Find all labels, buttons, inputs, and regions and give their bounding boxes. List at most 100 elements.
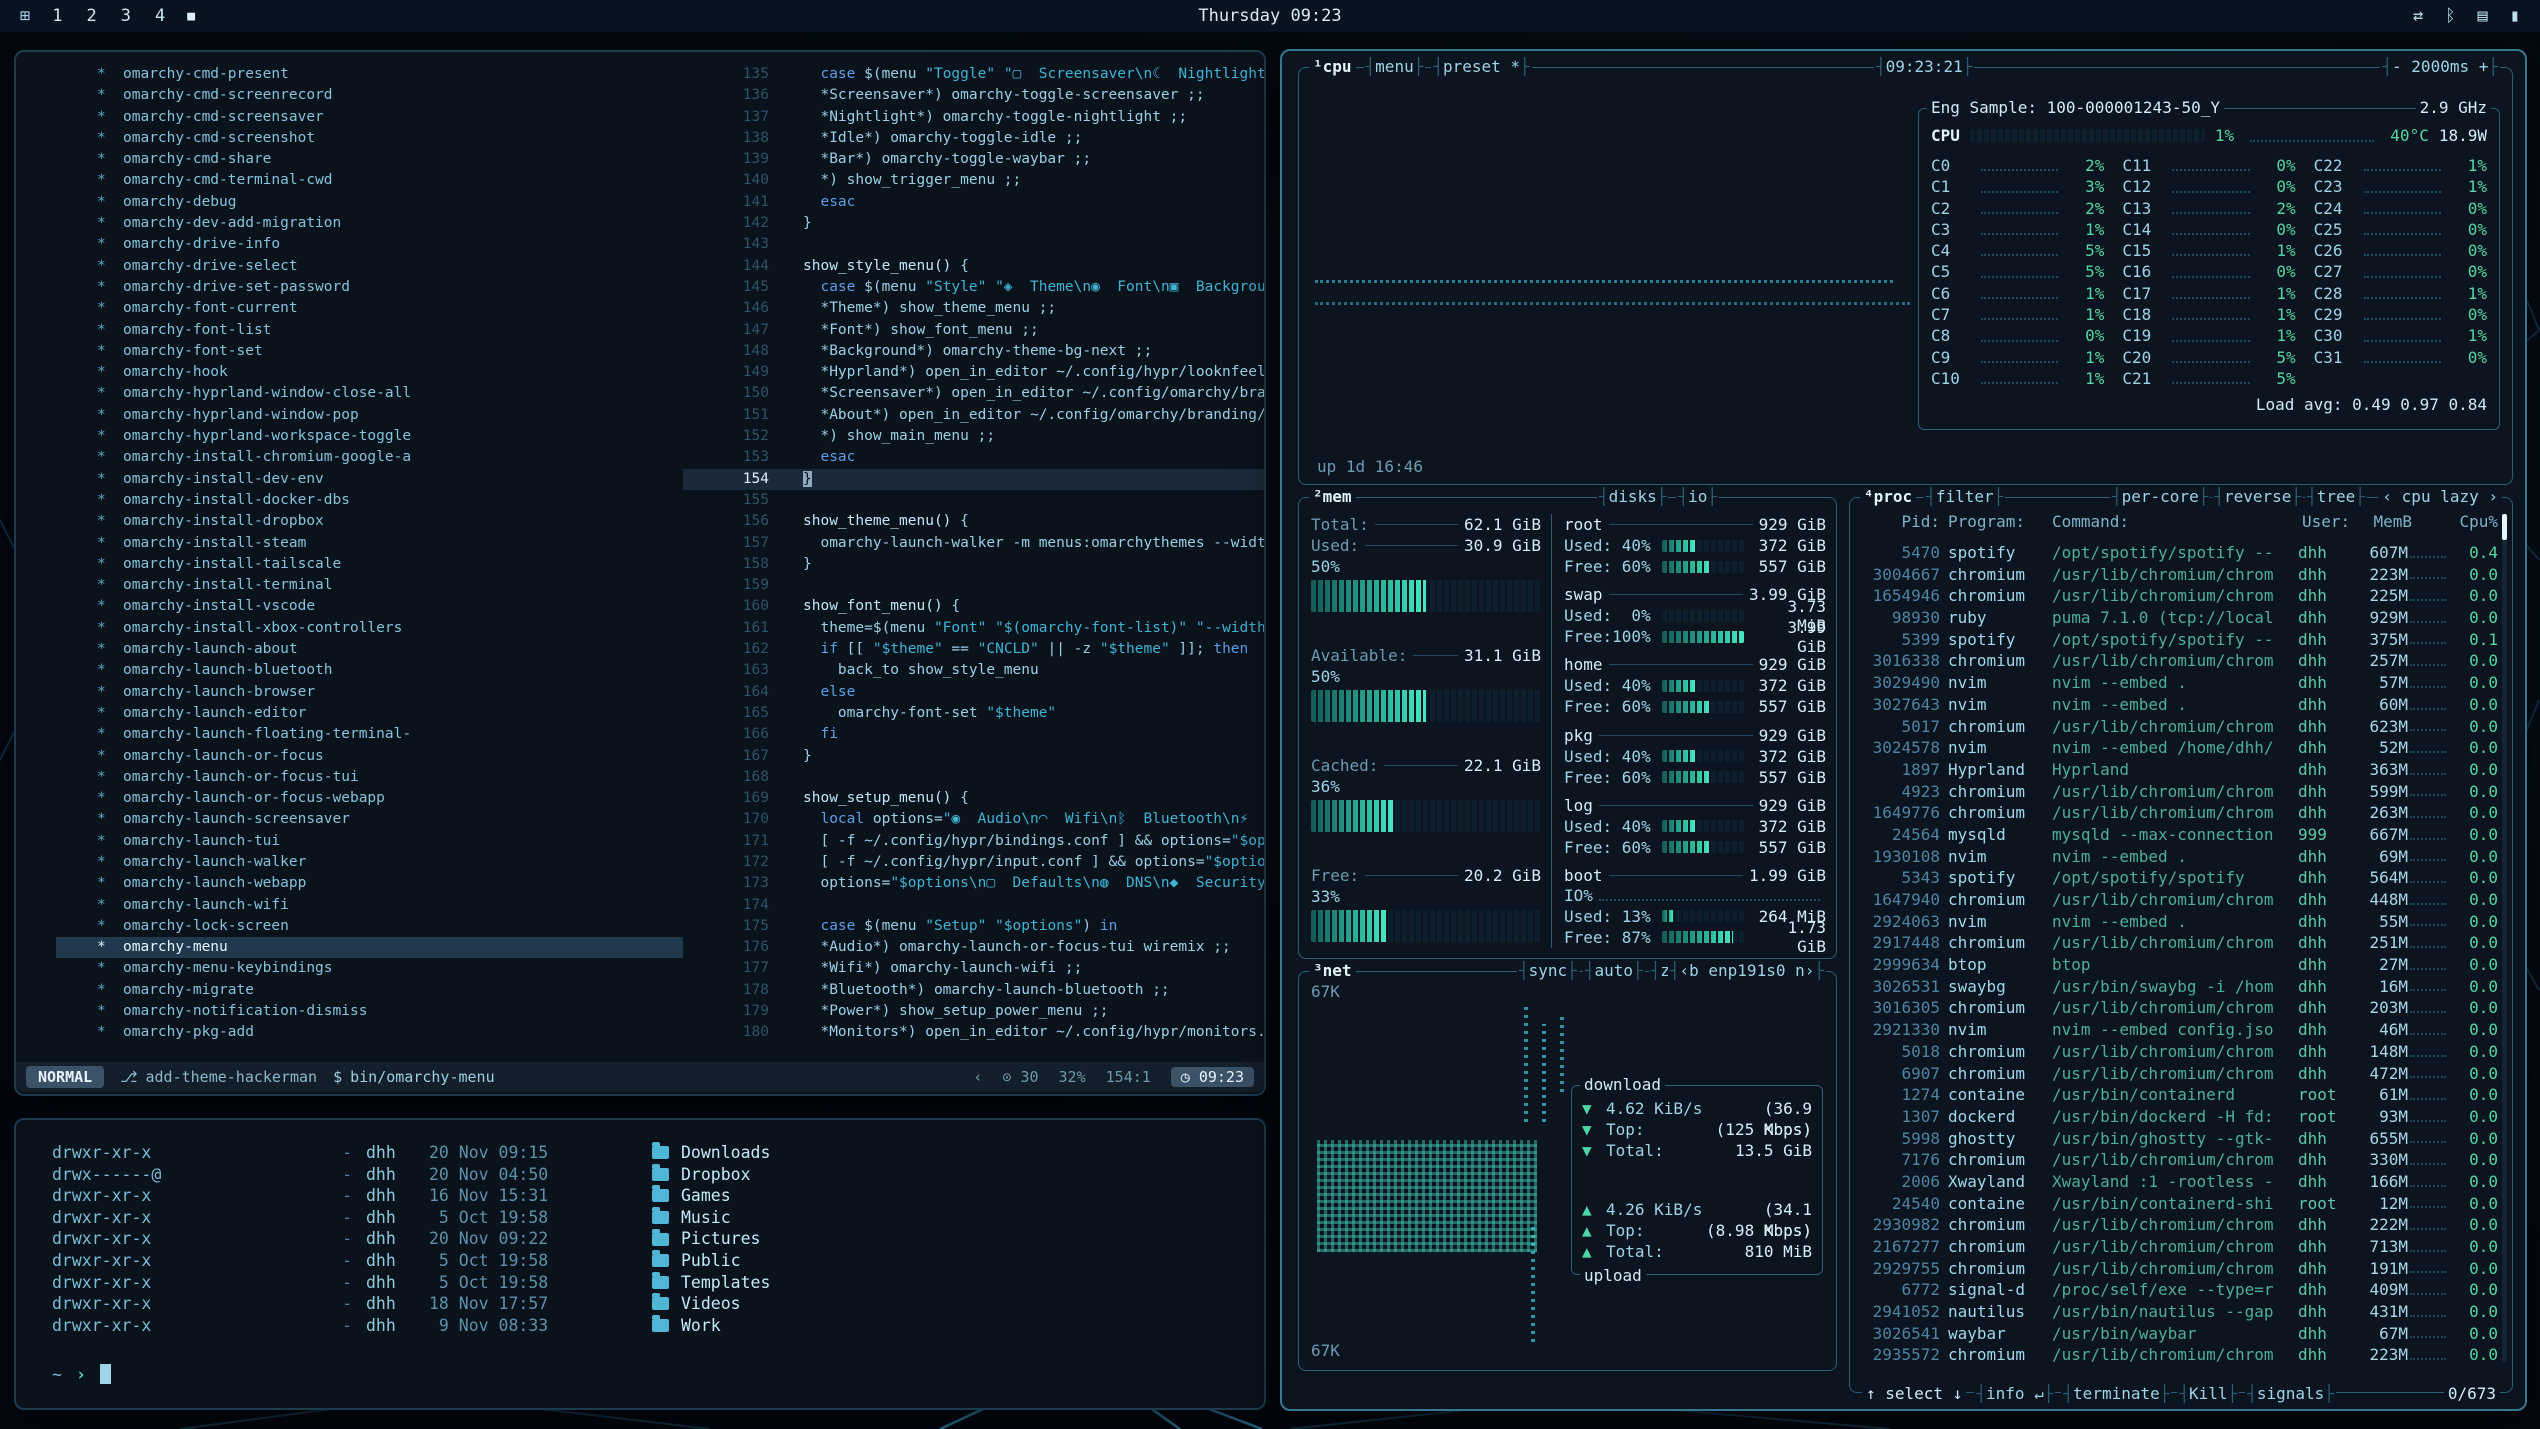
code-line[interactable]: 141 esac	[683, 192, 1264, 213]
code-line[interactable]: 144 show_style_menu() {	[683, 256, 1264, 277]
process-row[interactable]: 6907 chromium /usr/lib/chromium/chrom dh…	[1860, 1063, 2498, 1085]
code-line[interactable]: 156 show_theme_menu() {	[683, 511, 1264, 532]
code-line[interactable]: 154 }	[683, 469, 1264, 490]
process-row[interactable]: 3004667 chromium /usr/lib/chromium/chrom…	[1860, 564, 2498, 586]
disks-tab[interactable]: disks	[1597, 487, 1668, 506]
code-line[interactable]: 158 }	[683, 554, 1264, 575]
net-tab[interactable]: sync	[1517, 961, 1579, 980]
file-item[interactable]: * omarchy-cmd-share	[56, 149, 683, 170]
code-line[interactable]: 159	[683, 575, 1264, 596]
code-line[interactable]: 149 *Hyprland*) open_in_editor ~/.config…	[683, 362, 1264, 383]
code-line[interactable]: 150 *Screensaver*) open_in_editor ~/.con…	[683, 383, 1264, 404]
proc-action-button[interactable]: terminate	[2061, 1384, 2171, 1403]
code-line[interactable]: 173 options="$options\n▢ Defaults\n◍ DNS…	[683, 873, 1264, 894]
process-row[interactable]: 3027643 nvim nvim --embed . dhh 60M 0.0	[1860, 694, 2498, 716]
process-row[interactable]: 1647940 chromium /usr/lib/chromium/chrom…	[1860, 889, 2498, 911]
code-line[interactable]: 171 [ -f ~/.config/hypr/bindings.conf ] …	[683, 831, 1264, 852]
file-item[interactable]: * omarchy-launch-screensaver	[56, 809, 683, 830]
file-item[interactable]: * omarchy-drive-set-password	[56, 277, 683, 298]
tray-icon[interactable]: ᛒ	[2445, 6, 2455, 26]
process-row[interactable]: 5470 spotify /opt/spotify/spotify -- dhh…	[1860, 542, 2498, 564]
code-line[interactable]: 139 *Bar*) omarchy-toggle-waybar ;;	[683, 149, 1264, 170]
code-line[interactable]: 145 case $(menu "Style" "◈ Theme\n◉ Font…	[683, 277, 1264, 298]
code-line[interactable]: 180 *Monitors*) open_in_editor ~/.config…	[683, 1022, 1264, 1043]
process-row[interactable]: 98930 ruby puma 7.1.0 (tcp://local dhh 9…	[1860, 607, 2498, 629]
process-row[interactable]: 6772 signal-d /proc/self/exe --type=r dh…	[1860, 1279, 2498, 1301]
file-item[interactable]: * omarchy-dev-add-migration	[56, 213, 683, 234]
proc-tab[interactable]: per-core	[2110, 487, 2210, 506]
disks-tab[interactable]: io	[1676, 487, 1719, 506]
code-line[interactable]: 164 else	[683, 682, 1264, 703]
code-line[interactable]: 135 case $(menu "Toggle" "▢ Screensaver\…	[683, 64, 1264, 85]
process-row[interactable]: 3024578 nvim nvim --embed /home/dhh/ dhh…	[1860, 737, 2498, 759]
file-item[interactable]: * omarchy-launch-webapp	[56, 873, 683, 894]
process-row[interactable]: 5399 spotify /opt/spotify/spotify -- dhh…	[1860, 629, 2498, 651]
file-item[interactable]: * omarchy-notification-dismiss	[56, 1001, 683, 1022]
code-line[interactable]: 172 [ -f ~/.config/hypr/input.conf ] && …	[683, 852, 1264, 873]
workspace-button[interactable]: 2	[87, 6, 97, 26]
file-item[interactable]: * omarchy-lock-screen	[56, 916, 683, 937]
file-item[interactable]: * omarchy-font-list	[56, 320, 683, 341]
file-item[interactable]: * omarchy-launch-or-focus-tui	[56, 767, 683, 788]
code-line[interactable]: 140 *) show_trigger_menu ;;	[683, 170, 1264, 191]
select-keys[interactable]: ↑ select ↓	[1862, 1384, 1966, 1403]
code-line[interactable]: 169 show_setup_menu() {	[683, 788, 1264, 809]
process-row[interactable]: 5017 chromium /usr/lib/chromium/chrom dh…	[1860, 716, 2498, 738]
process-row[interactable]: 2999634 btop btop dhh 27M 0.0	[1860, 954, 2498, 976]
proc-action-button[interactable]: info ↵	[1974, 1384, 2055, 1403]
process-row[interactable]: 24540 containe /usr/bin/containerd-shi r…	[1860, 1193, 2498, 1215]
file-item[interactable]: * omarchy-install-tailscale	[56, 554, 683, 575]
code-line[interactable]: 155	[683, 490, 1264, 511]
workspace-button[interactable]: 4	[155, 6, 165, 26]
file-item[interactable]: * omarchy-launch-or-focus-webapp	[56, 788, 683, 809]
code-line[interactable]: 167 }	[683, 746, 1264, 767]
tray-icon[interactable]: ▤	[2478, 6, 2488, 26]
process-row[interactable]: 2924063 nvim nvim --embed . dhh 55M 0.0	[1860, 911, 2498, 933]
sort-selector[interactable]: ‹ cpu lazy ›	[2378, 487, 2502, 506]
process-row[interactable]: 5018 chromium /usr/lib/chromium/chrom dh…	[1860, 1041, 2498, 1063]
process-row[interactable]: 3016305 chromium /usr/lib/chromium/chrom…	[1860, 997, 2498, 1019]
process-row[interactable]: 3026541 waybar /usr/bin/waybar dhh 67M 0…	[1860, 1323, 2498, 1345]
process-row[interactable]: 1930108 nvim nvim --embed . dhh 69M 0.0	[1860, 846, 2498, 868]
code-line[interactable]: 142 }	[683, 213, 1264, 234]
file-item[interactable]: * omarchy-font-current	[56, 298, 683, 319]
file-item[interactable]: * omarchy-launch-walker	[56, 852, 683, 873]
process-row[interactable]: 5998 ghostty /usr/bin/ghostty --gtk- dhh…	[1860, 1128, 2498, 1150]
proc-action-button[interactable]: signals	[2245, 1384, 2336, 1403]
file-item[interactable]: * omarchy-drive-info	[56, 234, 683, 255]
shell-prompt[interactable]: ~ ›	[52, 1364, 1264, 1384]
file-item[interactable]: * omarchy-install-steam	[56, 533, 683, 554]
file-item[interactable]: * omarchy-cmd-screenrecord	[56, 85, 683, 106]
cpu-tab[interactable]: menu	[1364, 57, 1426, 76]
file-item[interactable]: * omarchy-cmd-terminal-cwd	[56, 170, 683, 191]
file-item[interactable]: * omarchy-install-terminal	[56, 575, 683, 596]
code-line[interactable]: 137 *Nightlight*) omarchy-toggle-nightli…	[683, 107, 1264, 128]
code-line[interactable]: 152 *) show_main_menu ;;	[683, 426, 1264, 447]
file-item[interactable]: * omarchy-pkg-add	[56, 1022, 683, 1043]
code-line[interactable]: 166 fi	[683, 724, 1264, 745]
code-line[interactable]: 157 omarchy-launch-walker -m menus:omarc…	[683, 533, 1264, 554]
process-row[interactable]: 3029490 nvim nvim --embed . dhh 57M 0.0	[1860, 672, 2498, 694]
file-item[interactable]: * omarchy-launch-tui	[56, 831, 683, 852]
process-row[interactable]: 2930982 chromium /usr/lib/chromium/chrom…	[1860, 1214, 2498, 1236]
file-item[interactable]: * omarchy-cmd-screensaver	[56, 107, 683, 128]
process-row[interactable]: 24564 mysqld mysqld --max-connection 999…	[1860, 824, 2498, 846]
code-line[interactable]: 146 *Theme*) show_theme_menu ;;	[683, 298, 1264, 319]
filter-tab[interactable]: filter	[1924, 487, 2005, 506]
app-menu-icon[interactable]: ⊞	[20, 6, 30, 26]
process-row[interactable]: 1649776 chromium /usr/lib/chromium/chrom…	[1860, 802, 2498, 824]
cpu-tab[interactable]: preset *	[1431, 57, 1531, 76]
process-row[interactable]: 2929755 chromium /usr/lib/chromium/chrom…	[1860, 1258, 2498, 1280]
code-line[interactable]: 178 *Bluetooth*) omarchy-launch-bluetoot…	[683, 980, 1264, 1001]
file-item[interactable]: * omarchy-menu-keybindings	[56, 958, 683, 979]
process-row[interactable]: 3016338 chromium /usr/lib/chromium/chrom…	[1860, 650, 2498, 672]
net-interface[interactable]: ‹b enp191s0 n›	[1668, 961, 1826, 980]
workspace-button[interactable]: 1	[52, 6, 62, 26]
file-item[interactable]: * omarchy-hook	[56, 362, 683, 383]
file-item[interactable]: * omarchy-launch-editor	[56, 703, 683, 724]
process-row[interactable]: 7176 chromium /usr/lib/chromium/chrom dh…	[1860, 1149, 2498, 1171]
file-item[interactable]: * omarchy-launch-floating-terminal-	[56, 724, 683, 745]
file-item[interactable]: * omarchy-debug	[56, 192, 683, 213]
code-line[interactable]: 163 back_to show_style_menu	[683, 660, 1264, 681]
code-line[interactable]: 136 *Screensaver*) omarchy-toggle-screen…	[683, 85, 1264, 106]
